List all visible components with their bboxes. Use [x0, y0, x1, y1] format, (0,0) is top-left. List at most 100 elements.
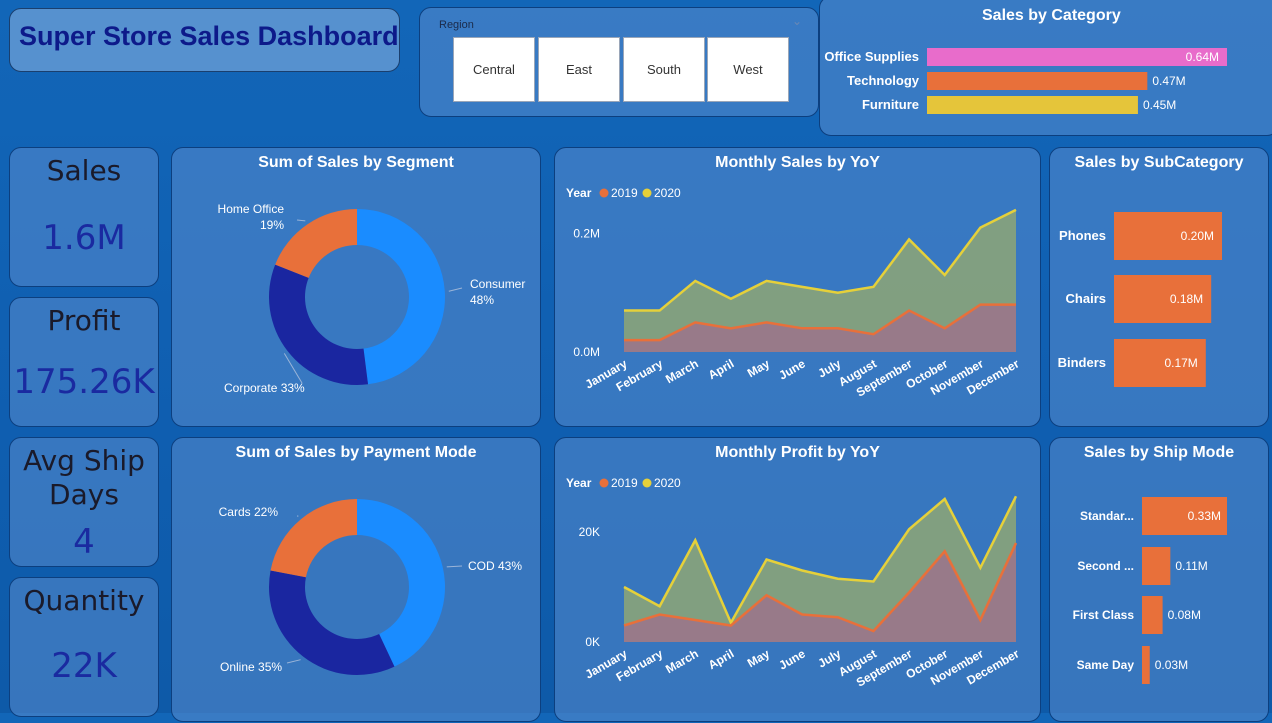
monthly-profit-card: Monthly Profit by YoY Year201920200K20KJ…: [554, 437, 1041, 722]
donut-slice-label: Online 35%: [220, 660, 282, 674]
x-tick-label: May: [745, 646, 772, 670]
shipmode-chart: Standar... 0.33M Second ... 0.11M First Clas…: [1050, 438, 1270, 723]
category-bar: [927, 72, 1147, 90]
donut-slice-label: COD 43%: [468, 559, 522, 573]
legend-label: 2020: [654, 186, 681, 200]
donut-slice: [357, 209, 445, 384]
monthly-sales-card: Monthly Sales by YoY Year201920200.0M0.2…: [554, 147, 1041, 427]
shipmode-label: Standar...: [1080, 509, 1134, 523]
shipmode-chart-card: Sales by Ship Mode Standar...0.33MSecond…: [1049, 437, 1269, 722]
shipmode-data-label: 0.11M: [1175, 559, 1207, 573]
legend-marker: [643, 479, 652, 488]
x-tick-label: April: [706, 356, 737, 382]
x-tick-label: June: [776, 646, 808, 672]
legend-title: Year: [566, 186, 592, 200]
legend-marker: [600, 189, 609, 198]
monthly-profit-chart: Year201920200K20KJanuaryFebruaryMarchApr…: [555, 438, 1042, 723]
donut-slice: [271, 499, 357, 577]
kpi-profit-card: Profit 175.26K: [9, 297, 159, 427]
kpi-quantity-label: Quantity: [10, 584, 158, 617]
legend-label: 2019: [611, 476, 638, 490]
kpi-quantity-value: 22K: [10, 646, 158, 686]
category-chart: Office Supplies 0.64M Technology 0.47M Furni…: [820, 0, 1272, 137]
region-option-south[interactable]: South: [623, 37, 705, 102]
donut-slice: [269, 571, 394, 675]
shipmode-bar: [1142, 547, 1170, 585]
subcategory-data-label: 0.20M: [1181, 229, 1214, 243]
category-bar: [927, 48, 1227, 66]
category-data-label: 0.45M: [1143, 98, 1176, 112]
payment-chart-card: Sum of Sales by Payment Mode COD 43%Onli…: [171, 437, 541, 722]
region-option-east[interactable]: East: [538, 37, 620, 102]
subcategory-chart: Phones 0.20M Chairs 0.18M Binders 0.17M: [1050, 148, 1270, 428]
shipmode-data-label: 0.33M: [1188, 509, 1221, 523]
subcategory-data-label: 0.18M: [1170, 292, 1203, 306]
region-slicer: Region ⌄ Central East South West: [419, 7, 819, 117]
donut-leader-line: [297, 220, 305, 221]
x-tick-label: June: [776, 356, 808, 382]
shipmode-data-label: 0.03M: [1155, 658, 1188, 672]
kpi-ship-days-value: 4: [10, 522, 158, 562]
donut-slice-label: 48%: [470, 293, 494, 307]
donut-slice: [275, 209, 357, 278]
y-tick-label: 0.0M: [573, 345, 600, 359]
donut-leader-line: [447, 566, 462, 567]
shipmode-label: Same Day: [1077, 658, 1135, 672]
legend-title: Year: [566, 476, 592, 490]
donut-slice: [269, 265, 368, 385]
kpi-ship-days-card: Avg Ship Days 4: [9, 437, 159, 567]
region-option-west[interactable]: West: [707, 37, 789, 102]
donut-slice-label: Cards 22%: [219, 505, 279, 519]
donut-slice-label: Consumer: [470, 277, 525, 291]
category-label: Office Supplies: [824, 49, 919, 64]
title-card: Super Store Sales Dashboard: [9, 8, 400, 72]
monthly-sales-chart: Year201920200.0M0.2MJanuaryFebruaryMarch…: [555, 148, 1042, 428]
kpi-ship-days-label-line1: Avg Ship: [10, 444, 158, 478]
legend-label: 2019: [611, 186, 638, 200]
category-data-label: 0.64M: [1186, 50, 1219, 64]
subcategory-label: Binders: [1058, 355, 1106, 370]
y-tick-label: 0K: [585, 635, 600, 649]
payment-chart: COD 43% Online 35% Cards 22%: [172, 438, 542, 723]
x-tick-label: May: [745, 356, 772, 380]
donut-slice-label: 19%: [260, 218, 284, 232]
legend-label: 2020: [654, 476, 681, 490]
kpi-quantity-card: Quantity 22K: [9, 577, 159, 717]
shipmode-label: Second ...: [1077, 559, 1134, 573]
kpi-sales-value: 1.6M: [10, 218, 158, 258]
kpi-sales-label: Sales: [10, 154, 158, 187]
subcategory-chart-card: Sales by SubCategory Phones0.20MChairs0.…: [1049, 147, 1269, 427]
donut-slice-label: Home Office: [218, 202, 285, 216]
segment-chart-card: Sum of Sales by Segment Consumer48%Corpo…: [171, 147, 541, 427]
y-tick-label: 0.2M: [573, 227, 600, 241]
shipmode-data-label: 0.08M: [1168, 608, 1201, 622]
subcategory-label: Chairs: [1066, 291, 1106, 306]
kpi-ship-days-label-line2: Days: [10, 478, 158, 512]
kpi-profit-value: 175.26K: [10, 362, 158, 402]
x-tick-label: March: [663, 356, 701, 386]
shipmode-label: First Class: [1073, 608, 1135, 622]
donut-leader-line: [287, 660, 301, 663]
category-label: Technology: [847, 73, 920, 88]
donut-slice-label: Corporate 33%: [224, 381, 305, 395]
shipmode-bar: [1142, 596, 1163, 634]
kpi-sales-card: Sales 1.6M: [9, 147, 159, 287]
category-chart-card: Sales by Category Office Supplies0.64MTe…: [819, 0, 1272, 136]
segment-chart: Consumer 48% Corporate 33% Home Office 19%: [172, 148, 542, 428]
y-tick-label: 20K: [579, 525, 600, 539]
subcategory-data-label: 0.17M: [1164, 356, 1197, 370]
shipmode-bar: [1142, 646, 1150, 684]
subcategory-label: Phones: [1059, 228, 1106, 243]
region-option-central[interactable]: Central: [453, 37, 535, 102]
category-data-label: 0.47M: [1152, 74, 1185, 88]
category-label: Furniture: [862, 97, 919, 112]
kpi-ship-days-label: Avg Ship Days: [10, 444, 158, 512]
kpi-profit-label: Profit: [10, 304, 158, 337]
x-tick-label: April: [706, 646, 737, 672]
dashboard-title: Super Store Sales Dashboard: [19, 21, 399, 52]
category-bar: [927, 96, 1138, 114]
legend-marker: [643, 189, 652, 198]
donut-leader-line: [449, 288, 462, 291]
chevron-down-icon[interactable]: ⌄: [792, 14, 802, 28]
legend-marker: [600, 479, 609, 488]
